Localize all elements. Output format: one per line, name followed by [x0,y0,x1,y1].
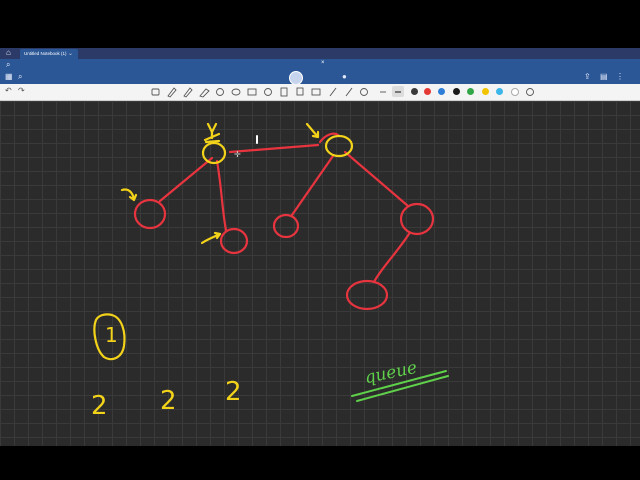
count-value: 1 [105,323,118,347]
right-node-highlight [324,134,354,158]
arrow-right-node [305,122,320,139]
queue-value-3: 2 [225,377,242,407]
edge-root-left [158,156,214,203]
cursor-crosshair: ✛ [234,150,241,159]
queue-value-2: 2 [160,386,177,416]
queue-heading: queue [363,358,419,389]
tree-node-bottom [345,279,389,311]
tree-node-left-right [219,227,249,255]
edge-root-leftright [215,159,228,232]
bottom-letterbox [0,446,640,480]
root-marker-figure [203,122,221,144]
queue-value-1: 2 [91,391,108,421]
edge-right-left [290,154,335,217]
edge-right-right [343,150,410,208]
arrow-left-node [120,188,138,202]
handwriting-layer: ✛ 1 2 2 2 queue [91,122,449,421]
arrow-leftright-node [200,231,222,245]
root-node-highlight [201,141,227,165]
edge-root-right [228,143,320,154]
edge-rightright-bottom [372,232,411,284]
tree-node-right-left [272,213,300,239]
tree-node-left [133,198,167,230]
tree-node-right-right [399,202,435,236]
